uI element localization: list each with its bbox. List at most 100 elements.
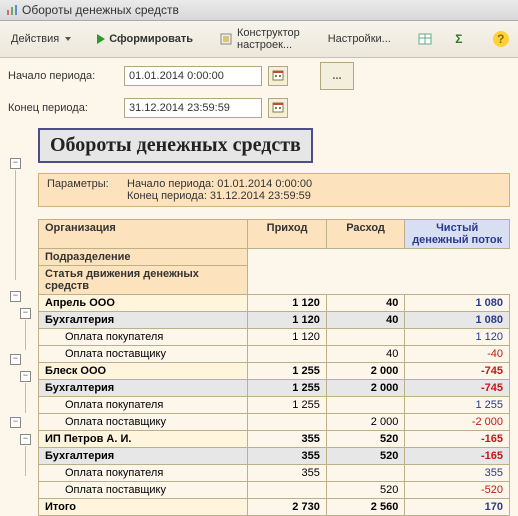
collapse-button[interactable]: − [20, 434, 31, 445]
row-name: Оплата покупателя [39, 397, 248, 414]
row-out [326, 465, 405, 482]
row-in: 1 120 [248, 312, 327, 329]
col-org: Организация [39, 220, 248, 249]
period-start-row: Начало периода: ... [0, 58, 518, 94]
table-row: Оплата покупателя355355 [39, 465, 510, 482]
row-out: 2 000 [326, 414, 405, 431]
row-name: Оплата покупателя [39, 329, 248, 346]
settings-button[interactable]: Настройки... [321, 30, 398, 48]
row-in: 355 [248, 448, 327, 465]
calendar-button-start[interactable] [268, 66, 288, 86]
params-label: Параметры: [47, 178, 127, 190]
row-net: 1 255 [405, 397, 510, 414]
tree-line [15, 170, 16, 280]
row-out: 520 [326, 431, 405, 448]
row-net: 1 080 [405, 295, 510, 312]
row-out [326, 329, 405, 346]
row-net: -745 [405, 363, 510, 380]
toolbar: Действия Сформировать Конструктор настро… [0, 21, 518, 58]
tool-icon-2[interactable]: Σ [444, 28, 474, 50]
row-name: Апрель ООО [39, 295, 248, 312]
tool-icon-1[interactable] [410, 28, 440, 50]
calendar-icon [272, 101, 284, 116]
row-in: 2 730 [248, 499, 327, 516]
params-line2: Конец периода: 31.12.2014 23:59:59 [127, 190, 311, 202]
constructor-button[interactable]: Конструктор настроек... [212, 24, 309, 54]
row-out: 40 [326, 295, 405, 312]
row-in: 1 255 [248, 397, 327, 414]
row-in: 355 [248, 465, 327, 482]
collapse-button[interactable]: − [20, 308, 31, 319]
row-name: Оплата покупателя [39, 465, 248, 482]
row-net: 1 080 [405, 312, 510, 329]
row-net: 1 120 [405, 329, 510, 346]
report-params: Параметры: Начало периода: 01.01.2014 0:… [38, 173, 510, 207]
settings-label: Настройки... [328, 33, 391, 45]
period-end-label: Конец периода: [8, 102, 118, 114]
row-net: -520 [405, 482, 510, 499]
form-button[interactable]: Сформировать [90, 30, 200, 48]
row-name: Оплата поставщику [39, 414, 248, 431]
row-name: Блеск ООО [39, 363, 248, 380]
table-row: ИП Петров А. И.355520-165 [39, 431, 510, 448]
report-grid: Организация Приход Расход Чистый денежны… [38, 219, 510, 516]
period-start-input[interactable] [124, 66, 262, 86]
collapse-button[interactable]: − [20, 371, 31, 382]
table-row: Оплата поставщику 520-520 [39, 482, 510, 499]
row-out: 40 [326, 346, 405, 363]
report-icon [6, 4, 18, 16]
tree-line [25, 320, 26, 350]
collapse-button[interactable]: − [10, 354, 21, 365]
window-titlebar: Обороты денежных средств [0, 0, 518, 21]
row-out: 2 560 [326, 499, 405, 516]
report-body: − − − − − − − Обороты денежных средств П… [38, 128, 510, 516]
table-row: Бухгалтерия1 2552 000-745 [39, 380, 510, 397]
table-row: Блеск ООО1 2552 000-745 [39, 363, 510, 380]
ellipsis-icon: ... [332, 70, 341, 82]
table-row: Оплата поставщику 40-40 [39, 346, 510, 363]
row-net: -165 [405, 448, 510, 465]
row-net: -745 [405, 380, 510, 397]
constructor-label: Конструктор настроек... [237, 27, 302, 51]
table-row: Бухгалтерия355520-165 [39, 448, 510, 465]
table-row: Итого2 7302 560170 [39, 499, 510, 516]
period-dialog-button[interactable]: ... [320, 62, 354, 90]
params-line1: Начало периода: 01.01.2014 0:00:00 [127, 178, 312, 190]
row-name: Оплата поставщику [39, 482, 248, 499]
sum-icon: Σ [451, 31, 467, 47]
help-button[interactable]: ? [486, 28, 516, 50]
actions-menu[interactable]: Действия [4, 30, 78, 48]
calendar-button-end[interactable] [268, 98, 288, 118]
table-row: Апрель ООО1 120401 080 [39, 295, 510, 312]
tree-line [25, 383, 26, 413]
col-article: Статья движения денежных средств [39, 266, 248, 295]
row-in [248, 482, 327, 499]
collapse-button[interactable]: − [10, 158, 21, 169]
table-row: Оплата покупателя1 2551 255 [39, 397, 510, 414]
row-in [248, 414, 327, 431]
row-net: -40 [405, 346, 510, 363]
row-out: 40 [326, 312, 405, 329]
row-name: Оплата поставщику [39, 346, 248, 363]
row-name: Бухгалтерия [39, 380, 248, 397]
row-out: 520 [326, 482, 405, 499]
play-icon [97, 34, 105, 44]
row-in: 1 120 [248, 295, 327, 312]
window-title: Обороты денежных средств [22, 3, 179, 17]
col-out: Расход [326, 220, 405, 249]
row-out: 2 000 [326, 363, 405, 380]
col-in: Приход [248, 220, 327, 249]
actions-label: Действия [11, 33, 59, 45]
collapse-button[interactable]: − [10, 417, 21, 428]
period-end-input[interactable] [124, 98, 262, 118]
row-name: Итого [39, 499, 248, 516]
chevron-down-icon [65, 37, 71, 41]
form-label: Сформировать [109, 33, 193, 45]
row-out: 520 [326, 448, 405, 465]
collapse-button[interactable]: − [10, 291, 21, 302]
row-out: 2 000 [326, 380, 405, 397]
table-row: Оплата покупателя1 1201 120 [39, 329, 510, 346]
row-net: 355 [405, 465, 510, 482]
row-name: Бухгалтерия [39, 312, 248, 329]
outline-gutter: − − − − − − − [10, 128, 34, 516]
